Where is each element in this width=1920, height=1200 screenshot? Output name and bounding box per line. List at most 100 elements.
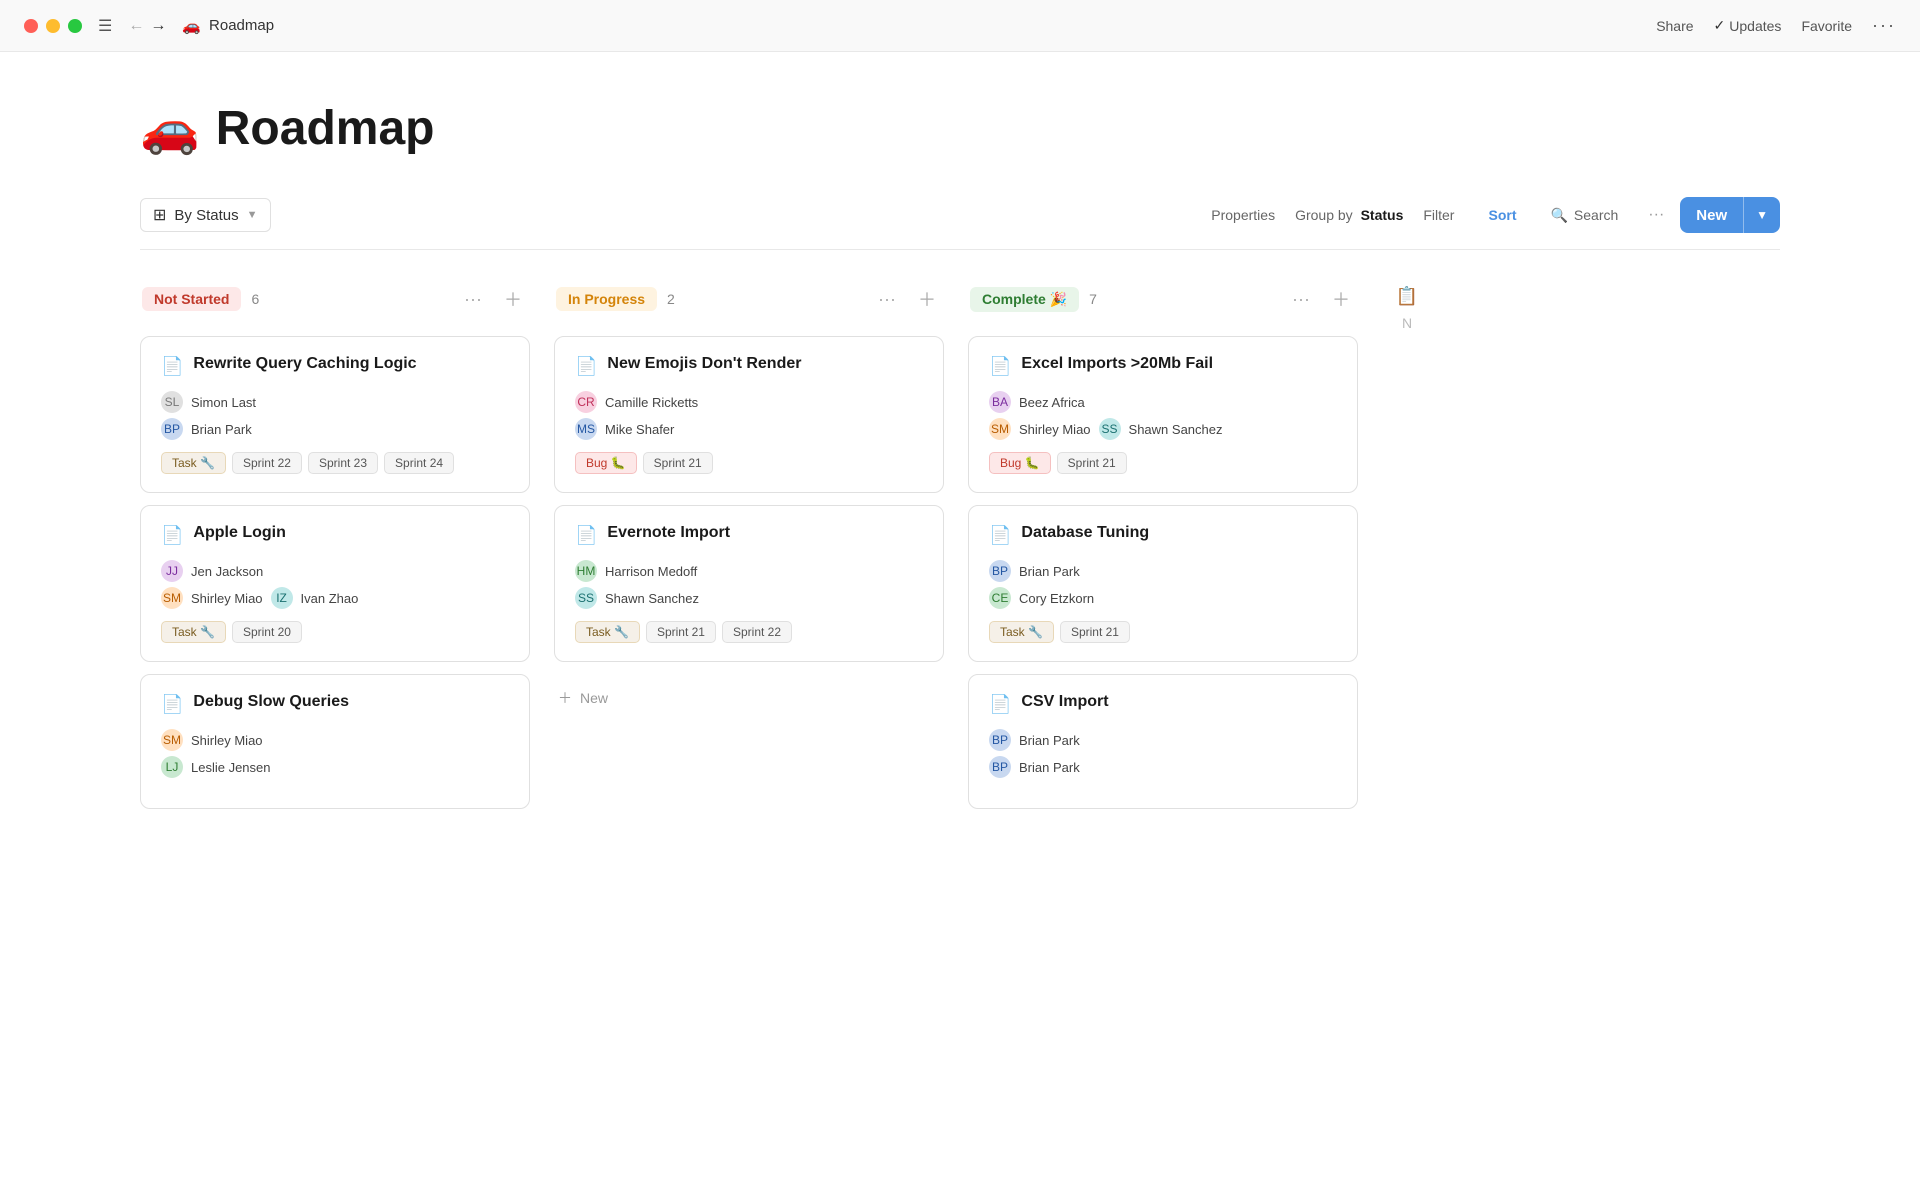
card-new-emojis[interactable]: 📄 New Emojis Don't Render CR Camille Ric…: [554, 336, 944, 493]
assignee-row: SS Shawn Sanchez: [575, 587, 923, 609]
tag: Sprint 24: [384, 452, 454, 474]
avatar: BP: [989, 729, 1011, 751]
avatar: BP: [989, 560, 1011, 582]
column-more-not-started[interactable]: ···: [458, 287, 488, 312]
new-card-button[interactable]: ＋ New: [554, 674, 944, 722]
card-title: 📄 CSV Import: [989, 693, 1337, 715]
column-more-in-progress[interactable]: ···: [872, 287, 902, 312]
assignee-row: MS Mike Shafer: [575, 418, 923, 440]
tag: Sprint 23: [308, 452, 378, 474]
card-title: 📄 Debug Slow Queries: [161, 693, 509, 715]
card-assignees: JJ Jen Jackson SM Shirley Miao IZ Ivan Z…: [161, 560, 509, 609]
properties-button[interactable]: Properties: [1197, 201, 1289, 229]
doc-icon: 📄: [161, 525, 183, 546]
assignee-row: LJ Leslie Jensen: [161, 756, 509, 778]
card-assignees: BP Brian Park CE Cory Etzkorn: [989, 560, 1337, 609]
card-tags: Bug 🐛 Sprint 21: [575, 452, 923, 474]
new-button-arrow[interactable]: ▼: [1744, 200, 1780, 230]
column-header-in-progress: In Progress 2 ··· ＋: [554, 278, 944, 320]
card-tags: Task 🔧 Sprint 22 Sprint 23 Sprint 24: [161, 452, 509, 474]
close-button[interactable]: [24, 19, 38, 33]
status-badge-complete: Complete 🎉: [970, 287, 1079, 312]
filter-button[interactable]: Filter: [1409, 201, 1468, 229]
toolbar-right: Properties Group by Status Filter Sort 🔍…: [1197, 197, 1780, 233]
card-assignees: CR Camille Ricketts MS Mike Shafer: [575, 391, 923, 440]
by-status-button[interactable]: ⊞ By Status ▼: [140, 198, 271, 232]
column-add-in-progress[interactable]: ＋: [912, 284, 942, 314]
doc-icon: 📄: [989, 525, 1011, 546]
board: Not Started 6 ··· ＋ 📄 Rewrite Query Cach…: [140, 278, 1780, 821]
more-options-button[interactable]: ···: [1872, 15, 1896, 36]
col-count-not-started: 6: [251, 291, 259, 307]
column-add-not-started[interactable]: ＋: [498, 284, 528, 314]
avatar: BP: [161, 418, 183, 440]
plus-icon: ＋: [558, 688, 572, 708]
avatar: SM: [161, 729, 183, 751]
card-database-tuning[interactable]: 📄 Database Tuning BP Brian Park CE Cory …: [968, 505, 1358, 662]
card-tags: Task 🔧 Sprint 21: [989, 621, 1337, 643]
tag: Task 🔧: [575, 621, 640, 643]
card-excel-imports[interactable]: 📄 Excel Imports >20Mb Fail BA Beez Afric…: [968, 336, 1358, 493]
assignee-row: SM Shirley Miao IZ Ivan Zhao: [161, 587, 509, 609]
avatar: BP: [989, 756, 1011, 778]
column-more-complete[interactable]: ···: [1286, 287, 1316, 312]
card-evernote-import[interactable]: 📄 Evernote Import HM Harrison Medoff SS …: [554, 505, 944, 662]
card-title: 📄 Rewrite Query Caching Logic: [161, 355, 509, 377]
column-not-started: Not Started 6 ··· ＋ 📄 Rewrite Query Cach…: [140, 278, 530, 821]
status-badge-in-progress: In Progress: [556, 287, 657, 311]
tag: Sprint 21: [1057, 452, 1127, 474]
forward-arrow-icon[interactable]: →: [150, 17, 166, 35]
search-icon: 🔍: [1550, 207, 1567, 224]
tag: Bug 🐛: [989, 452, 1051, 474]
sort-button[interactable]: Sort: [1474, 201, 1530, 229]
tag: Task 🔧: [161, 621, 226, 643]
page-heading-title: Roadmap: [216, 101, 435, 156]
updates-button[interactable]: ✓ Updates: [1714, 17, 1782, 34]
maximize-button[interactable]: [68, 19, 82, 33]
assignee-row: CR Camille Ricketts: [575, 391, 923, 413]
doc-icon: 📄: [989, 356, 1011, 377]
avatar: SS: [575, 587, 597, 609]
column-add-complete[interactable]: ＋: [1326, 284, 1356, 314]
assignee-row: JJ Jen Jackson: [161, 560, 509, 582]
column-header-not-started: Not Started 6 ··· ＋: [140, 278, 530, 320]
tag: Bug 🐛: [575, 452, 637, 474]
tag: Task 🔧: [161, 452, 226, 474]
doc-icon: 📄: [161, 694, 183, 715]
card-debug-slow-queries[interactable]: 📄 Debug Slow Queries SM Shirley Miao LJ …: [140, 674, 530, 809]
search-button[interactable]: 🔍 Search: [1536, 201, 1632, 230]
main-content: 🚗 Roadmap ⊞ By Status ▼ Properties Group…: [0, 52, 1920, 821]
card-assignees: SL Simon Last BP Brian Park: [161, 391, 509, 440]
toolbar: ⊞ By Status ▼ Properties Group by Status…: [140, 197, 1780, 250]
page-title-bar: 🚗 Roadmap: [182, 17, 274, 35]
card-assignees: HM Harrison Medoff SS Shawn Sanchez: [575, 560, 923, 609]
card-apple-login[interactable]: 📄 Apple Login JJ Jen Jackson SM Shirley …: [140, 505, 530, 662]
card-csv-import[interactable]: 📄 CSV Import BP Brian Park BP Brian Park: [968, 674, 1358, 809]
minimize-button[interactable]: [46, 19, 60, 33]
doc-icon: 📄: [575, 356, 597, 377]
col-count-in-progress: 2: [667, 291, 675, 307]
assignee-row: SM Shirley Miao: [161, 729, 509, 751]
column-header-complete: Complete 🎉 7 ··· ＋: [968, 278, 1358, 320]
avatar: IZ: [271, 587, 293, 609]
tag: Sprint 21: [1060, 621, 1130, 643]
back-arrow-icon[interactable]: ←: [128, 17, 144, 35]
avatar: HM: [575, 560, 597, 582]
tag: Sprint 22: [232, 452, 302, 474]
assignee-row: SL Simon Last: [161, 391, 509, 413]
hidden-icon: 📋: [1396, 286, 1418, 307]
traffic-lights: [24, 19, 82, 33]
toolbar-more-button[interactable]: ···: [1638, 200, 1674, 230]
share-button[interactable]: Share: [1656, 18, 1693, 34]
hidden-label: N: [1402, 315, 1412, 331]
favorite-button[interactable]: Favorite: [1801, 18, 1852, 34]
doc-icon: 📄: [989, 694, 1011, 715]
card-tags: Task 🔧 Sprint 20: [161, 621, 509, 643]
card-rewrite-query[interactable]: 📄 Rewrite Query Caching Logic SL Simon L…: [140, 336, 530, 493]
assignee-row: BP Brian Park: [161, 418, 509, 440]
new-button[interactable]: New ▼: [1680, 197, 1780, 233]
avatar: BA: [989, 391, 1011, 413]
sidebar-toggle-icon[interactable]: ☰: [98, 16, 112, 36]
page-heading-emoji: 🚗: [140, 100, 200, 157]
by-status-icon: ⊞: [153, 205, 166, 225]
